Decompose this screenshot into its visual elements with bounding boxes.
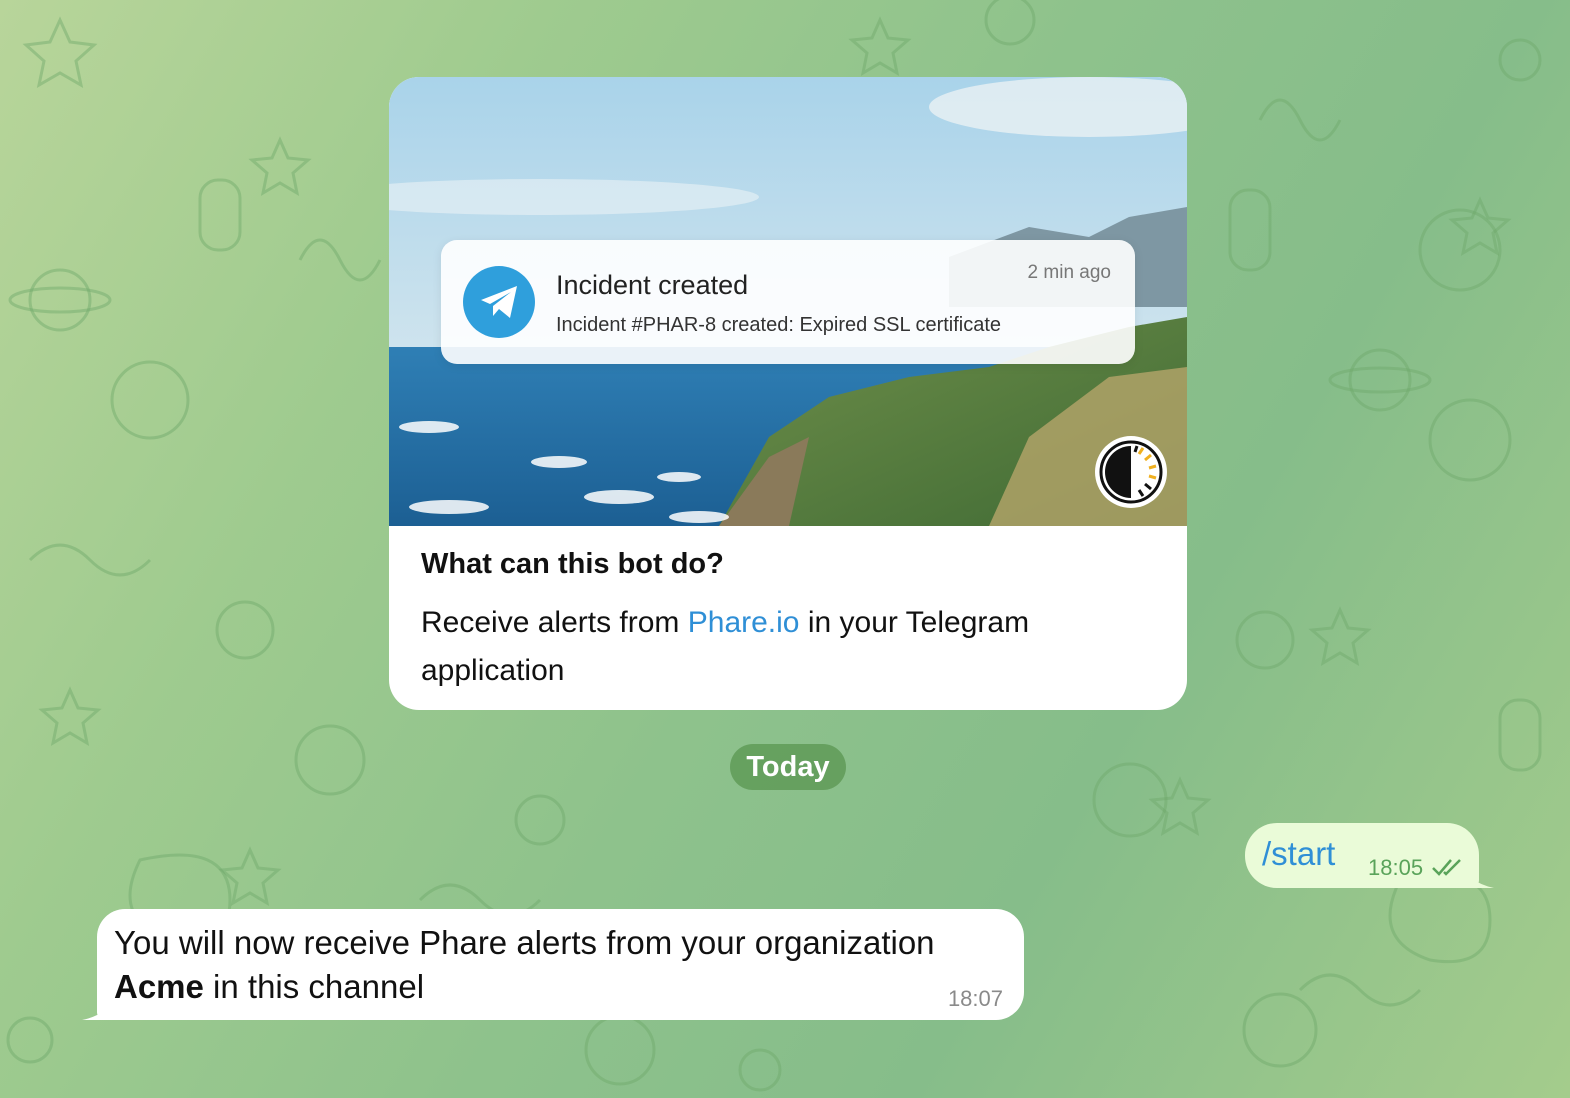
incoming-message[interactable]: You will now receive Phare alerts from y… <box>97 909 1024 1020</box>
phare-logo-icon <box>1095 436 1167 508</box>
message-time: 18:07 <box>947 986 1003 1011</box>
organization-name: Acme <box>114 968 204 1005</box>
notification-body: Incident #PHAR-8 created: Expired SSL ce… <box>556 314 1002 336</box>
telegram-plane-icon <box>463 266 535 338</box>
phare-link[interactable]: Phare.io <box>688 606 800 639</box>
message-text-start: You will now receive Phare alerts from y… <box>114 924 935 961</box>
message-time: 18:05 <box>1368 855 1424 880</box>
bot-intro-description: Receive alerts from Phare.io in your Tel… <box>421 599 1155 695</box>
notification-time: 2 min ago <box>1027 262 1111 283</box>
notification-title: Incident created <box>556 270 749 300</box>
bot-intro-heading: What can this bot do? <box>421 548 724 580</box>
bot-intro-image: Incident created Incident #PHAR-8 create… <box>389 77 1187 526</box>
message-text: You will now receive Phare alerts from y… <box>114 921 994 1009</box>
bot-intro-text-start: Receive alerts from <box>421 606 688 639</box>
chat-background: { "bot_intro": { "notification": { "titl… <box>0 0 1570 1098</box>
incident-notification: Incident created Incident #PHAR-8 create… <box>441 240 1135 364</box>
message-text-end: in this channel <box>203 968 425 1005</box>
outgoing-message[interactable]: /start 18:05 <box>1245 823 1479 888</box>
double-check-icon <box>1432 859 1461 876</box>
date-separator: Today <box>730 744 846 790</box>
message-text[interactable]: /start <box>1262 835 1335 873</box>
bot-intro-card: Incident created Incident #PHAR-8 create… <box>389 77 1187 710</box>
